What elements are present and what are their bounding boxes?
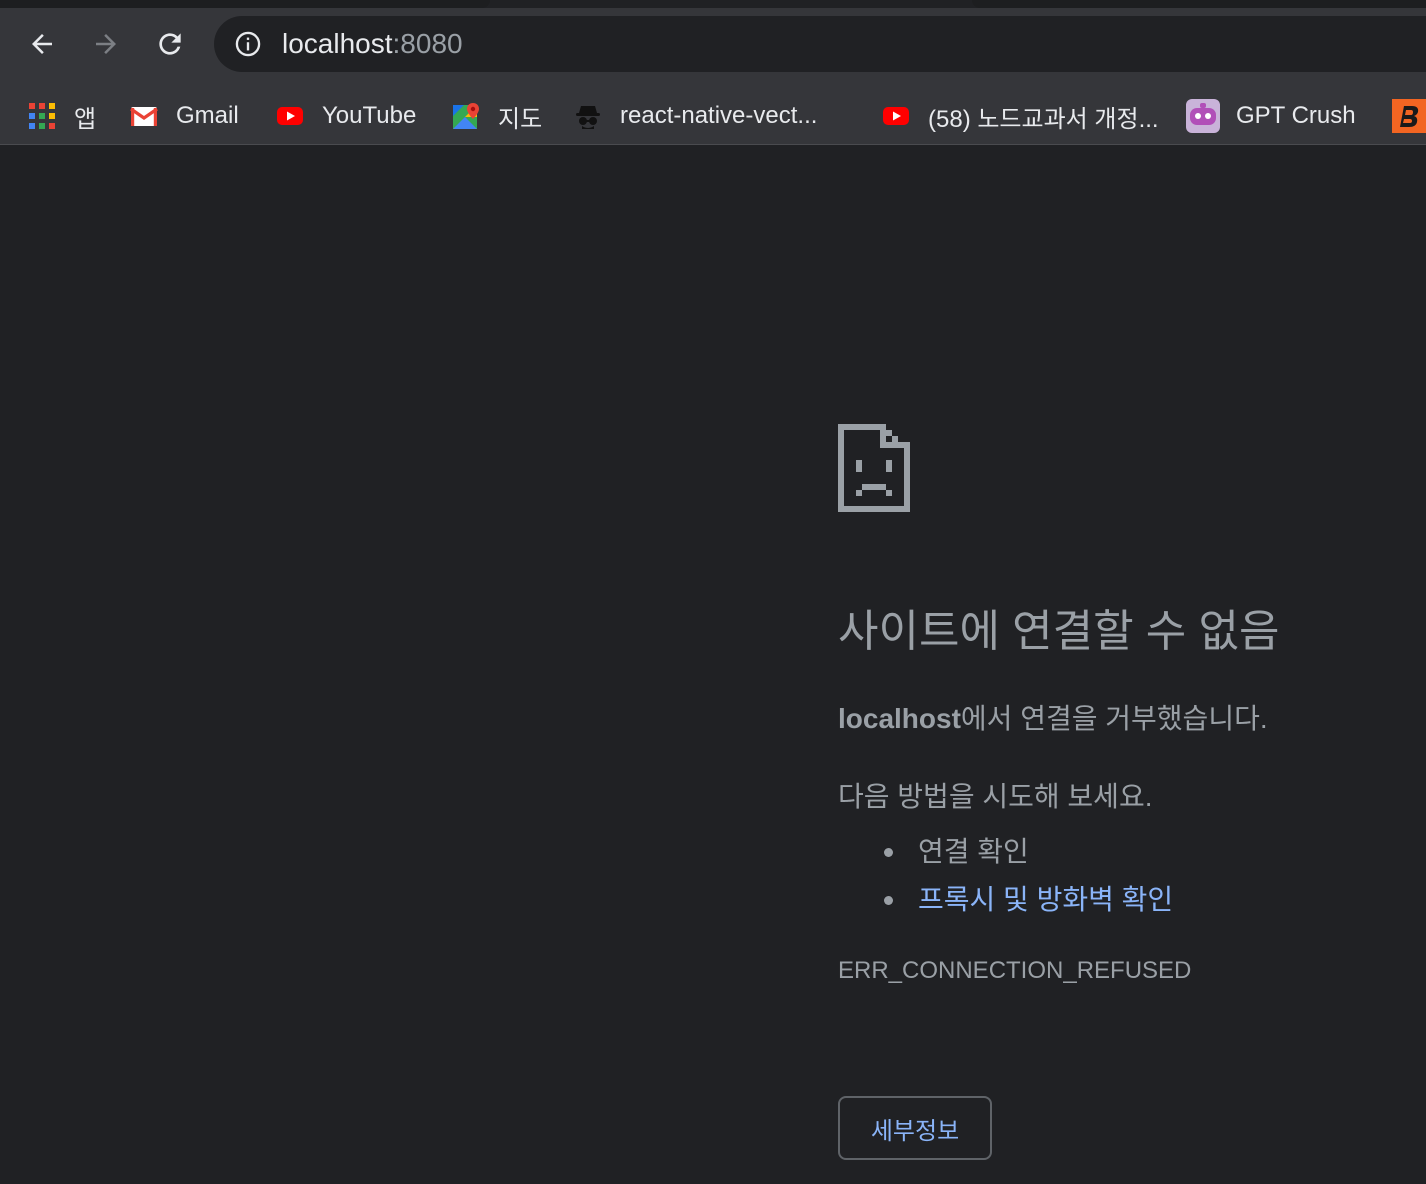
suggestion-check-proxy-firewall-link[interactable]: 프록시 및 방화벽 확인 [884,876,1173,924]
youtube-icon [883,107,909,125]
error-host: localhost [838,703,961,734]
bookmark-label: 지도 [498,105,543,133]
arrow-left-icon [32,34,52,54]
suggestion-check-connection: 연결 확인 [884,828,1173,876]
youtube-icon [277,107,303,125]
inactive-tab-right[interactable] [972,0,1426,8]
info-icon[interactable] [234,30,262,58]
details-button[interactable]: 세부정보 [838,1096,992,1160]
browser-toolbar: localhost:8080 [0,8,1426,88]
bookmark-label: 앱 [74,105,97,133]
bookmark-maps[interactable]: 지도 [452,96,542,136]
bookmark-label: YouTube [322,102,417,129]
maps-icon [453,103,479,129]
arrow-right-icon [96,34,116,54]
bookmarks-bar: 앱 Gmail YouTube 지도 react-native-vect... … [0,88,1426,145]
error-heading: 사이트에 연결할 수 없음 [838,607,1280,656]
error-description: localhost에서 연결을 거부했습니다. [838,702,1268,736]
address-bar[interactable]: localhost:8080 [214,16,1426,72]
suggestions-intro: 다음 방법을 시도해 보세요. [838,781,1153,812]
url-text[interactable]: localhost:8080 [282,29,463,59]
error-code: ERR_CONNECTION_REFUSED [838,957,1192,984]
bookmark-youtube[interactable]: YouTube [276,96,416,136]
error-description-text: 에서 연결을 거부했습니다. [960,703,1268,734]
forward-button[interactable] [84,22,128,66]
bookmark-label: GPT Crush [1236,102,1356,129]
sad-page-icon [838,424,910,512]
bookmark-gmail[interactable]: Gmail [130,96,239,136]
tab-strip [0,0,1426,8]
back-button[interactable] [20,22,64,66]
inactive-tab-left[interactable] [0,0,490,8]
gmail-icon [130,107,158,126]
bookmark-gpt-crush[interactable]: GPT Crush [1186,96,1356,136]
bookmark-label: react-native-vect... [620,102,818,129]
suggestions-list: 연결 확인 프록시 및 방화벽 확인 [884,828,1173,924]
incognito-icon [576,106,600,129]
reload-icon [159,33,181,55]
bookmark-node-textbook[interactable]: (58) 노드교과서 개정... [882,96,1159,136]
reload-button[interactable] [148,22,192,66]
robot-icon [1186,99,1220,133]
bookmark-react-native-vector[interactable]: react-native-vect... [574,96,817,136]
url-host: localhost [282,28,393,59]
url-port: :8080 [392,28,463,59]
bookmark-partial[interactable] [1392,96,1426,136]
bookmark-apps[interactable]: 앱 [28,96,96,136]
bookmark-label: (58) 노드교과서 개정... [928,105,1159,133]
apps-grid-icon [29,103,55,129]
brand-b-icon [1392,99,1426,133]
bookmark-label: Gmail [176,102,239,129]
